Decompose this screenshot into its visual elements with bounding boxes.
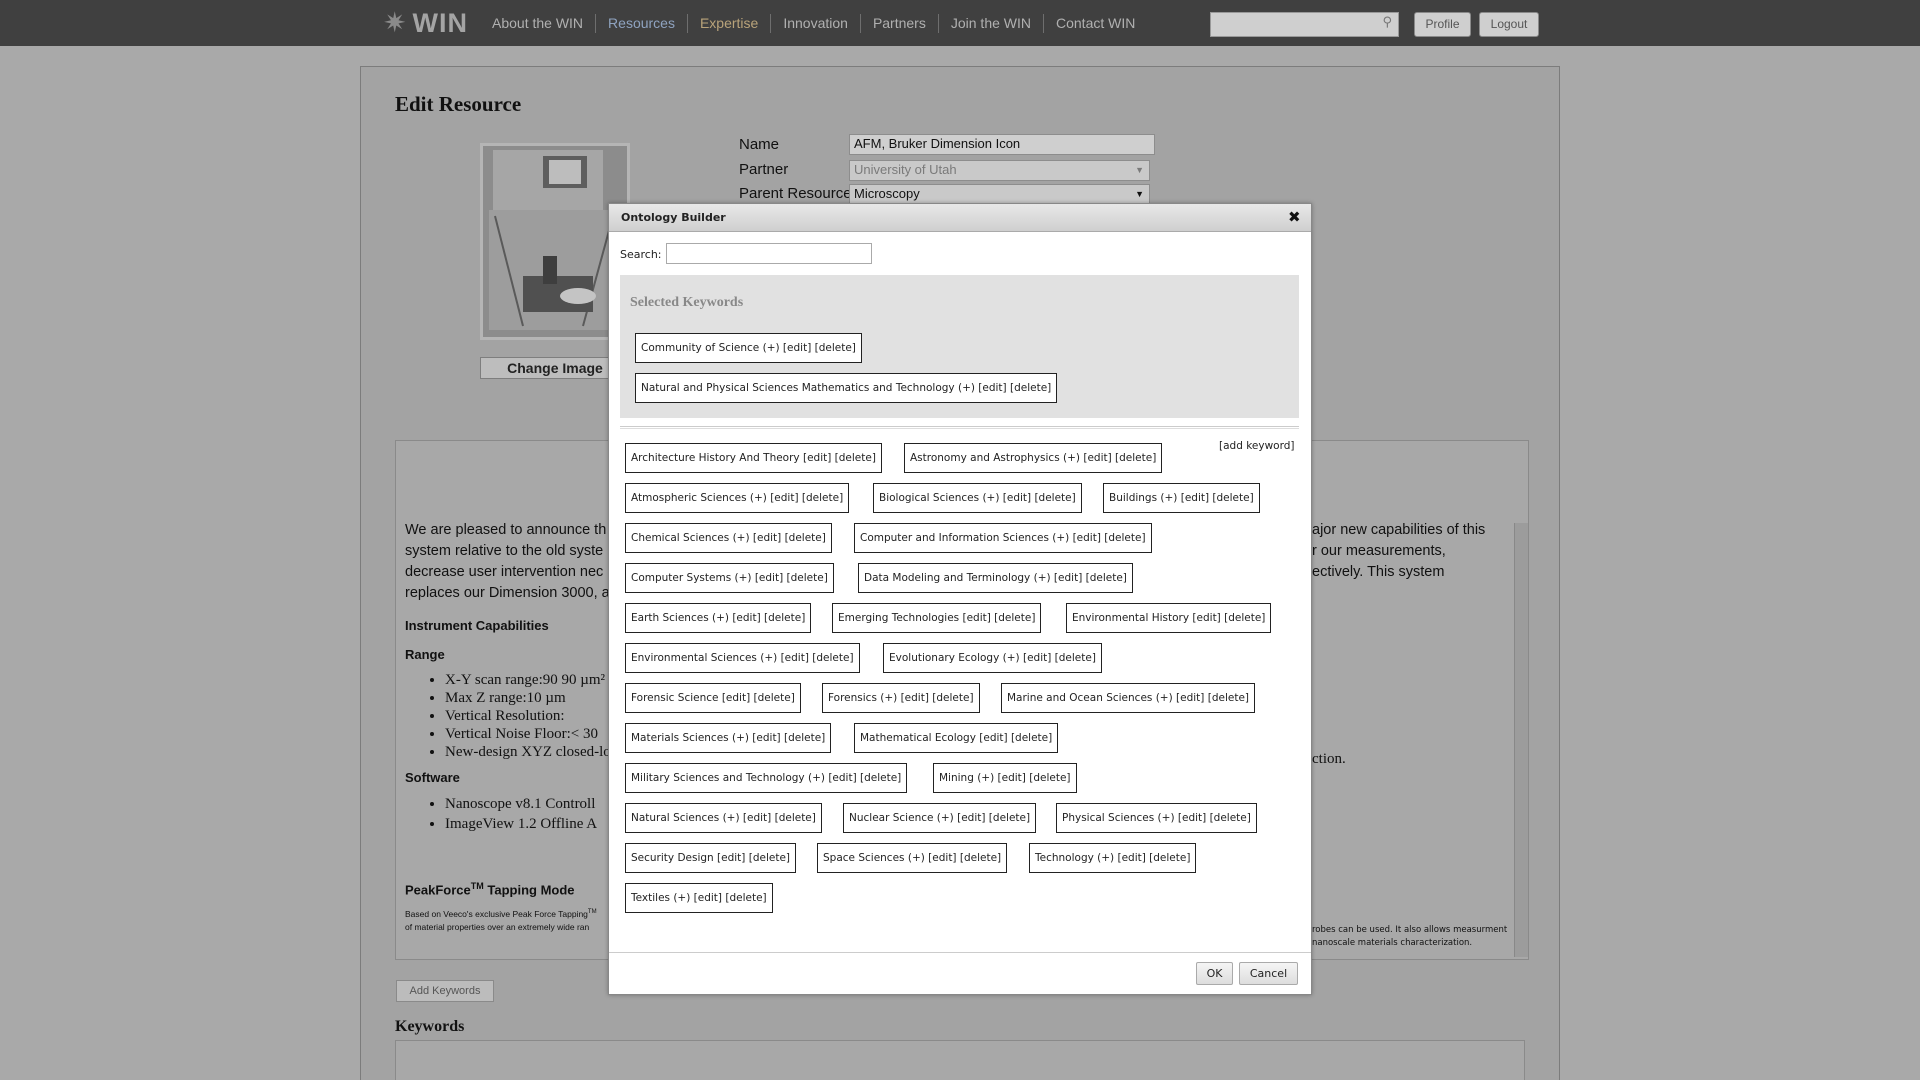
keyword-chip[interactable]: Buildings (+) [edit] [delete]	[1103, 483, 1260, 513]
description-scrollbar[interactable]	[1514, 523, 1528, 957]
starburst-logo-icon: ✷	[383, 6, 407, 39]
parent-resource-label: Parent Resource	[739, 185, 852, 202]
chevron-down-icon: ▼	[1135, 189, 1144, 199]
keyword-chip[interactable]: Natural Sciences (+) [edit] [delete]	[625, 803, 822, 833]
trademark-mark: TM	[587, 909, 597, 916]
note-line-fragment: robes can be used. It also allows measur…	[1312, 925, 1508, 935]
nav-link-expertise[interactable]: Expertise	[686, 14, 770, 33]
keyword-chip[interactable]: Technology (+) [edit] [delete]	[1029, 843, 1197, 873]
logo-text: WIN	[412, 8, 468, 38]
add-keywords-button[interactable]: Add Keywords	[396, 980, 494, 1002]
add-keyword-link[interactable]: [add keyword]	[1219, 440, 1294, 452]
keyword-chip[interactable]: Data Modeling and Terminology (+) [edit]…	[858, 563, 1133, 593]
keyword-search-input[interactable]	[666, 243, 872, 264]
partner-select-value: University of Utah	[854, 162, 957, 177]
keyword-chip[interactable]: Marine and Ocean Sciences (+) [edit] [de…	[1001, 683, 1255, 713]
keyword-chip[interactable]: Evolutionary Ecology (+) [edit] [delete]	[883, 643, 1102, 673]
search-label: Search:	[620, 248, 662, 261]
keyword-chip[interactable]: Biological Sciences (+) [edit] [delete]	[873, 483, 1082, 513]
keyword-chip[interactable]: Environmental Sciences (+) [edit] [delet…	[625, 643, 860, 673]
note-line-fragment: nanoscale materials characterization.	[1312, 938, 1473, 948]
main-nav-links: About the WIN Resources Expertise Innova…	[480, 14, 1147, 33]
selected-keywords-section: Selected Keywords Community of Science (…	[620, 275, 1299, 418]
partner-select[interactable]: University of Utah ▼	[849, 160, 1150, 181]
range-right-fragment: ction.	[1312, 751, 1346, 767]
profile-button[interactable]: Profile	[1414, 12, 1471, 37]
selected-keyword-chip[interactable]: Community of Science (+) [edit] [delete]	[635, 333, 862, 363]
peakforce-heading-text: PeakForce	[405, 882, 471, 898]
cancel-button[interactable]: Cancel	[1239, 962, 1298, 985]
intro-line-fragment: ajor new capabilities of this	[1312, 522, 1486, 538]
nav-link-about[interactable]: About the WIN	[480, 14, 595, 33]
selected-keyword-chip[interactable]: Natural and Physical Sciences Mathematic…	[635, 373, 1058, 403]
parent-resource-select[interactable]: Microscopy ▼	[849, 184, 1150, 204]
nav-link-innovation[interactable]: Innovation	[770, 14, 860, 33]
keywords-box	[395, 1040, 1525, 1080]
keyword-chip[interactable]: Nuclear Science (+) [edit] [delete]	[843, 803, 1037, 833]
close-icon[interactable]: ✖	[1288, 208, 1301, 226]
keyword-chip[interactable]: Forensic Science [edit] [delete]	[625, 683, 801, 713]
nav-link-contact[interactable]: Contact WIN	[1043, 14, 1147, 33]
keyword-chip[interactable]: Textiles (+) [edit] [delete]	[625, 883, 773, 913]
divider	[620, 426, 1299, 429]
keyword-chip[interactable]: Materials Sciences (+) [edit] [delete]	[625, 723, 832, 753]
trademark-mark: TM	[470, 881, 484, 891]
note-right-fragment: robes can be used. It also allows measur…	[1312, 924, 1507, 950]
site-search-input[interactable]: ⚲	[1210, 12, 1399, 37]
instrument-photo	[483, 146, 627, 337]
nav-link-resources[interactable]: Resources	[595, 14, 687, 33]
keyword-chip[interactable]: Environmental History [edit] [delete]	[1066, 603, 1272, 633]
nav-link-partners[interactable]: Partners	[859, 14, 938, 33]
description-right-fragment: ajor new capabilities of this r our meas…	[1312, 520, 1502, 583]
keyword-chip[interactable]: Security Design [edit] [delete]	[625, 843, 797, 873]
keywords-heading: Keywords	[395, 1018, 465, 1035]
keyword-chip[interactable]: Architecture History And Theory [edit] […	[625, 443, 882, 473]
keyword-chip[interactable]: Astronomy and Astrophysics (+) [edit] [d…	[904, 443, 1163, 473]
dialog-title: Ontology Builder	[621, 211, 726, 224]
keyword-chip[interactable]: Emerging Technologies [edit] [delete]	[832, 603, 1042, 633]
ok-button[interactable]: OK	[1196, 962, 1233, 985]
nav-link-join[interactable]: Join the WIN	[937, 14, 1043, 33]
dialog-footer-divider	[609, 952, 1311, 953]
keyword-chip[interactable]: Computer and Information Sciences (+) [e…	[854, 523, 1152, 553]
note-line-text: Based on Veeco's exclusive Peak Force Ta…	[405, 909, 588, 920]
peakforce-heading-rest: Tapping Mode	[483, 882, 575, 898]
partner-label: Partner	[739, 161, 789, 178]
search-icon[interactable]: ⚲	[1382, 15, 1392, 30]
parent-select-value: Microscopy	[854, 186, 920, 201]
intro-line-fragment: ectively. This system	[1312, 564, 1445, 580]
keyword-chip[interactable]: Computer Systems (+) [edit] [delete]	[625, 563, 834, 593]
keyword-chip[interactable]: Physical Sciences (+) [edit] [delete]	[1056, 803, 1257, 833]
keyword-chip[interactable]: Forensics (+) [edit] [delete]	[822, 683, 980, 713]
keyword-chip[interactable]: Mining (+) [edit] [delete]	[933, 763, 1077, 793]
logout-button[interactable]: Logout	[1479, 12, 1539, 37]
intro-line-fragment: r our measurements,	[1312, 543, 1446, 559]
keyword-chip[interactable]: Chemical Sciences (+) [edit] [delete]	[625, 523, 832, 553]
keyword-chip[interactable]: Earth Sciences (+) [edit] [delete]	[625, 603, 812, 633]
name-field[interactable]: AFM, Bruker Dimension Icon	[849, 134, 1155, 155]
win-logo[interactable]: ✷ WIN	[383, 6, 468, 39]
keyword-chip[interactable]: Atmospheric Sciences (+) [edit] [delete]	[625, 483, 850, 513]
page-title: Edit Resource	[395, 92, 522, 116]
keyword-chip[interactable]: Space Sciences (+) [edit] [delete]	[817, 843, 1008, 873]
keyword-chip[interactable]: Mathematical Ecology [edit] [delete]	[854, 723, 1059, 753]
keyword-chip[interactable]: Military Sciences and Technology (+) [ed…	[625, 763, 908, 793]
selected-keywords-heading: Selected Keywords	[630, 295, 744, 310]
name-label: Name	[739, 136, 780, 153]
chevron-down-icon: ▼	[1135, 165, 1144, 175]
ontology-builder-dialog: Ontology Builder ✖ Search: Selected Keyw…	[608, 203, 1312, 995]
